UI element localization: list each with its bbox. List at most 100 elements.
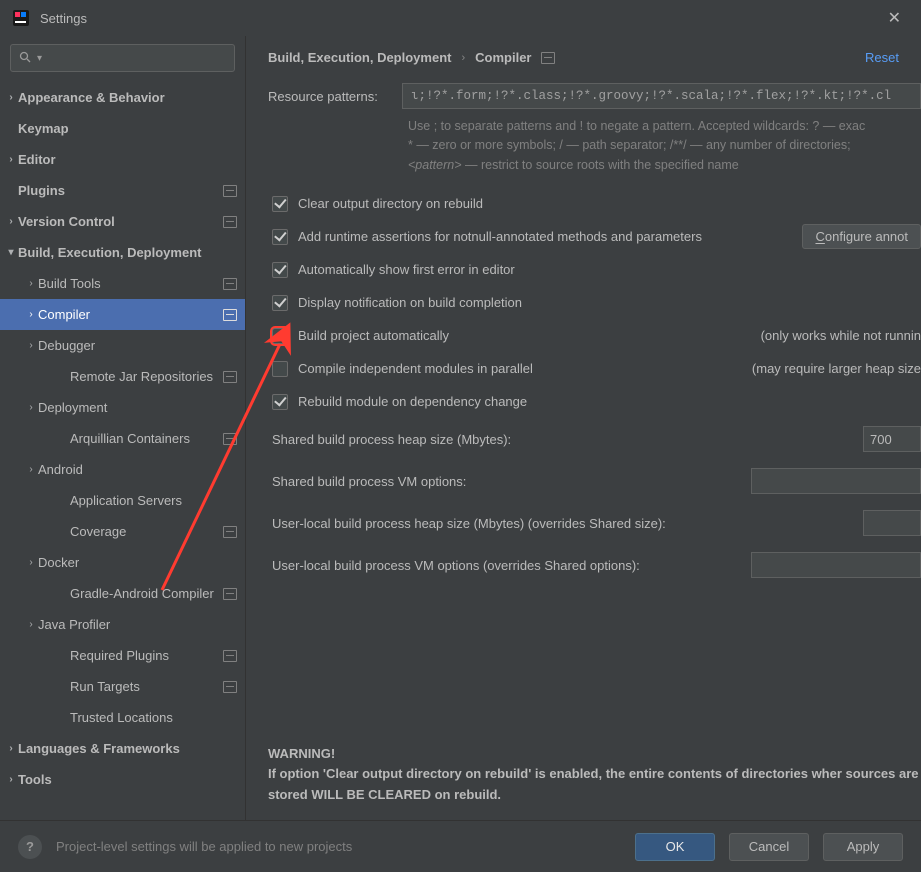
chevron-right-icon: › — [461, 52, 465, 64]
help-icon[interactable]: ? — [18, 835, 42, 859]
tree-item-label: Build, Execution, Deployment — [18, 245, 237, 260]
resource-patterns-input[interactable]: ι;!?*.form;!?*.class;!?*.groovy;!?*.scal… — [402, 83, 921, 109]
window-title: Settings — [40, 11, 87, 26]
tree-item-label: Deployment — [38, 400, 237, 415]
tree-item-label: Application Servers — [70, 493, 237, 508]
build-notification-checkbox[interactable] — [272, 295, 288, 311]
breadcrumb-parent[interactable]: Build, Execution, Deployment — [268, 50, 451, 65]
tree-item-version-control[interactable]: ›Version Control — [0, 206, 245, 237]
tree-item-label: Run Targets — [70, 679, 223, 694]
chevron-right-icon: › — [24, 340, 38, 351]
tree-item-debugger[interactable]: ›Debugger — [0, 330, 245, 361]
tree-item-arquillian-containers[interactable]: Arquillian Containers — [0, 423, 245, 454]
rebuild-on-dep-change-label: Rebuild module on dependency change — [298, 394, 527, 409]
build-notification-label: Display notification on build completion — [298, 295, 522, 310]
tree-item-deployment[interactable]: ›Deployment — [0, 392, 245, 423]
tree-item-trusted-locations[interactable]: Trusted Locations — [0, 702, 245, 733]
search-input[interactable]: ▾ — [10, 44, 235, 72]
tree-item-docker[interactable]: ›Docker — [0, 547, 245, 578]
close-icon[interactable]: ✕ — [880, 4, 909, 32]
resource-patterns-label: Resource patterns: — [268, 89, 402, 104]
warning-block: WARNING! If option 'Clear output directo… — [268, 744, 921, 820]
compile-parallel-note: (may require larger heap size — [732, 361, 921, 376]
configure-annotations-button[interactable]: Configure annot — [802, 224, 921, 249]
rebuild-on-dep-change-checkbox[interactable] — [272, 394, 288, 410]
user-heap-label: User-local build process heap size (Mbyt… — [272, 516, 666, 531]
app-logo-icon — [12, 9, 30, 27]
tree-item-application-servers[interactable]: Application Servers — [0, 485, 245, 516]
tree-item-label: Keymap — [18, 121, 237, 136]
tree-item-label: Android — [38, 462, 237, 477]
tree-item-label: Coverage — [70, 524, 223, 539]
tree-item-keymap[interactable]: Keymap — [0, 113, 245, 144]
shared-heap-label: Shared build process heap size (Mbytes): — [272, 432, 511, 447]
tree-item-label: Languages & Frameworks — [18, 741, 237, 756]
cancel-button[interactable]: Cancel — [729, 833, 809, 861]
project-scope-icon — [541, 52, 555, 64]
tree-item-run-targets[interactable]: Run Targets — [0, 671, 245, 702]
tree-item-build-execution-deployment[interactable]: ▾Build, Execution, Deployment — [0, 237, 245, 268]
build-automatically-note: (only works while not runnin — [741, 328, 921, 343]
settings-sidebar: ▾ ›Appearance & BehaviorKeymap›EditorPlu… — [0, 36, 246, 820]
compile-parallel-checkbox[interactable] — [272, 361, 288, 377]
project-scope-icon — [223, 185, 237, 197]
tree-item-build-tools[interactable]: ›Build Tools — [0, 268, 245, 299]
chevron-right-icon: › — [24, 464, 38, 475]
build-automatically-checkbox[interactable] — [272, 328, 288, 344]
user-vm-options-input[interactable] — [751, 552, 921, 578]
tree-item-gradle-android-compiler[interactable]: Gradle-Android Compiler — [0, 578, 245, 609]
tree-item-label: Tools — [18, 772, 237, 787]
project-scope-icon — [223, 588, 237, 600]
tree-item-label: Remote Jar Repositories — [70, 369, 223, 384]
tree-item-coverage[interactable]: Coverage — [0, 516, 245, 547]
user-heap-input[interactable] — [863, 510, 921, 536]
tree-item-remote-jar-repositories[interactable]: Remote Jar Repositories — [0, 361, 245, 392]
tree-item-label: Java Profiler — [38, 617, 237, 632]
tree-item-label: Version Control — [18, 214, 223, 229]
shared-vm-options-input[interactable] — [751, 468, 921, 494]
footer-note: Project-level settings will be applied t… — [56, 839, 352, 854]
tree-item-editor[interactable]: ›Editor — [0, 144, 245, 175]
shared-vm-options-label: Shared build process VM options: — [272, 474, 466, 489]
tree-item-appearance-behavior[interactable]: ›Appearance & Behavior — [0, 82, 245, 113]
chevron-down-icon: ▾ — [4, 247, 18, 258]
runtime-assertions-checkbox[interactable] — [272, 229, 288, 245]
chevron-right-icon: › — [24, 402, 38, 413]
ok-button[interactable]: OK — [635, 833, 715, 861]
chevron-right-icon: › — [24, 619, 38, 630]
show-first-error-label: Automatically show first error in editor — [298, 262, 515, 277]
tree-item-compiler[interactable]: ›Compiler — [0, 299, 245, 330]
tree-item-java-profiler[interactable]: ›Java Profiler — [0, 609, 245, 640]
shared-heap-input[interactable]: 700 — [863, 426, 921, 452]
tree-item-required-plugins[interactable]: Required Plugins — [0, 640, 245, 671]
tree-item-label: Gradle-Android Compiler — [70, 586, 223, 601]
tree-item-languages-frameworks[interactable]: ›Languages & Frameworks — [0, 733, 245, 764]
title-bar: Settings ✕ — [0, 0, 921, 36]
search-caret: ▾ — [37, 53, 42, 64]
project-scope-icon — [223, 650, 237, 662]
tree-item-label: Plugins — [18, 183, 223, 198]
tree-item-label: Compiler — [38, 307, 223, 322]
chevron-right-icon: › — [24, 557, 38, 568]
show-first-error-checkbox[interactable] — [272, 262, 288, 278]
breadcrumb-current: Compiler — [475, 50, 531, 65]
build-automatically-label: Build project automatically — [298, 328, 449, 343]
apply-button[interactable]: Apply — [823, 833, 903, 861]
tree-item-android[interactable]: ›Android — [0, 454, 245, 485]
user-vm-options-label: User-local build process VM options (ove… — [272, 558, 640, 573]
clear-output-checkbox[interactable] — [272, 196, 288, 212]
chevron-right-icon: › — [4, 154, 18, 165]
tree-item-label: Build Tools — [38, 276, 223, 291]
tree-item-tools[interactable]: ›Tools — [0, 764, 245, 795]
reset-link[interactable]: Reset — [865, 50, 899, 65]
chevron-right-icon: › — [24, 278, 38, 289]
settings-tree: ›Appearance & BehaviorKeymap›EditorPlugi… — [0, 78, 245, 820]
search-icon — [19, 51, 31, 66]
runtime-assertions-label: Add runtime assertions for notnull-annot… — [298, 229, 702, 244]
tree-item-plugins[interactable]: Plugins — [0, 175, 245, 206]
tree-item-label: Appearance & Behavior — [18, 90, 237, 105]
settings-content: Build, Execution, Deployment › Compiler … — [246, 36, 921, 820]
project-scope-icon — [223, 309, 237, 321]
clear-output-label: Clear output directory on rebuild — [298, 196, 483, 211]
project-scope-icon — [223, 433, 237, 445]
